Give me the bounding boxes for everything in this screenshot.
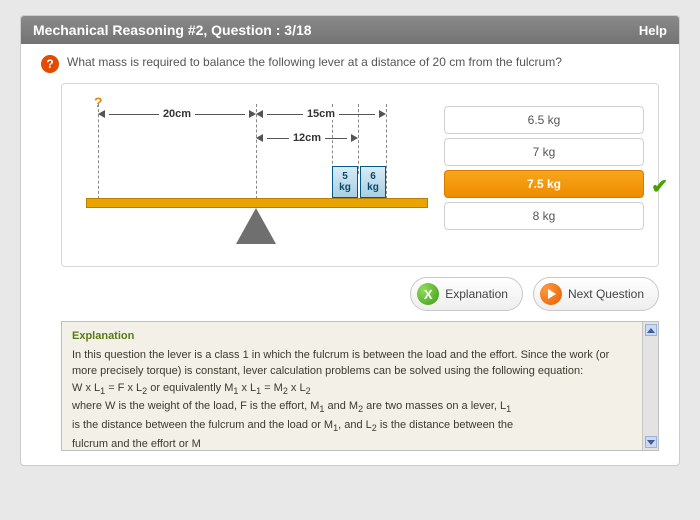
mass-block-6kg: 6 kg	[360, 166, 386, 198]
explanation-heading: Explanation	[72, 328, 632, 345]
answer-option-selected[interactable]: 7.5 kg	[444, 170, 644, 198]
scrollbar[interactable]	[642, 322, 658, 450]
x-icon: X	[417, 283, 439, 305]
button-label: Explanation	[445, 287, 508, 301]
mass-value: 5	[342, 171, 348, 182]
title-bar: Mechanical Reasoning #2, Question : 3/18…	[21, 16, 679, 44]
mass-unit: kg	[339, 182, 351, 193]
answer-option[interactable]: 6.5 kg	[444, 106, 644, 134]
explanation-text: In this question the lever is a class 1 …	[72, 349, 609, 378]
explanation-panel: Explanation In this question the lever i…	[61, 321, 659, 451]
play-icon	[540, 283, 562, 305]
dimension-15cm: 15cm	[256, 108, 386, 120]
dimension-20cm: 20cm	[98, 108, 256, 120]
lever-beam	[86, 198, 428, 208]
title-text: Mechanical Reasoning #2, Question : 3/18	[33, 22, 312, 38]
action-row: X Explanation Next Question	[21, 277, 679, 321]
scroll-up-icon[interactable]	[645, 324, 657, 336]
explanation-text: where W is the weight of the load, F is …	[72, 400, 511, 412]
button-label: Next Question	[568, 287, 644, 301]
question-row: ? What mass is required to balance the f…	[21, 44, 679, 79]
help-link[interactable]: Help	[639, 23, 667, 38]
fulcrum-icon	[236, 208, 276, 244]
question-icon: ?	[41, 55, 59, 73]
answer-option[interactable]: 8 kg	[444, 202, 644, 230]
answer-option[interactable]: 7 kg	[444, 138, 644, 166]
question-text: What mass is required to balance the fol…	[67, 54, 562, 71]
scroll-down-icon[interactable]	[645, 436, 657, 448]
explanation-text: fulcrum and the effort or M	[72, 438, 201, 450]
app-window: Mechanical Reasoning #2, Question : 3/18…	[20, 15, 680, 466]
next-question-button[interactable]: Next Question	[533, 277, 659, 311]
explanation-equation: W x L1 = F x L2 or equivalently M1 x L1 …	[72, 382, 311, 394]
guide-line	[386, 104, 387, 199]
explanation-button[interactable]: X Explanation	[410, 277, 523, 311]
dimension-12cm: 12cm	[256, 132, 358, 144]
correct-check-icon: ✔	[651, 174, 668, 199]
dimension-label: 20cm	[159, 108, 195, 120]
explanation-text: is the distance between the fulcrum and …	[72, 419, 513, 431]
dimension-label: 12cm	[289, 132, 325, 144]
answer-list: 6.5 kg 7 kg 7.5 kg ✔ 8 kg	[444, 106, 644, 254]
dimension-label: 15cm	[303, 108, 339, 120]
mass-value: 6	[370, 171, 376, 182]
mass-block-5kg: 5 kg	[332, 166, 358, 198]
lever-diagram: ? 20cm 15cm 12cm 5	[76, 94, 428, 254]
explanation-body: Explanation In this question the lever i…	[62, 322, 642, 450]
content-panel: ? 20cm 15cm 12cm 5	[61, 83, 659, 267]
mass-unit: kg	[367, 182, 379, 193]
